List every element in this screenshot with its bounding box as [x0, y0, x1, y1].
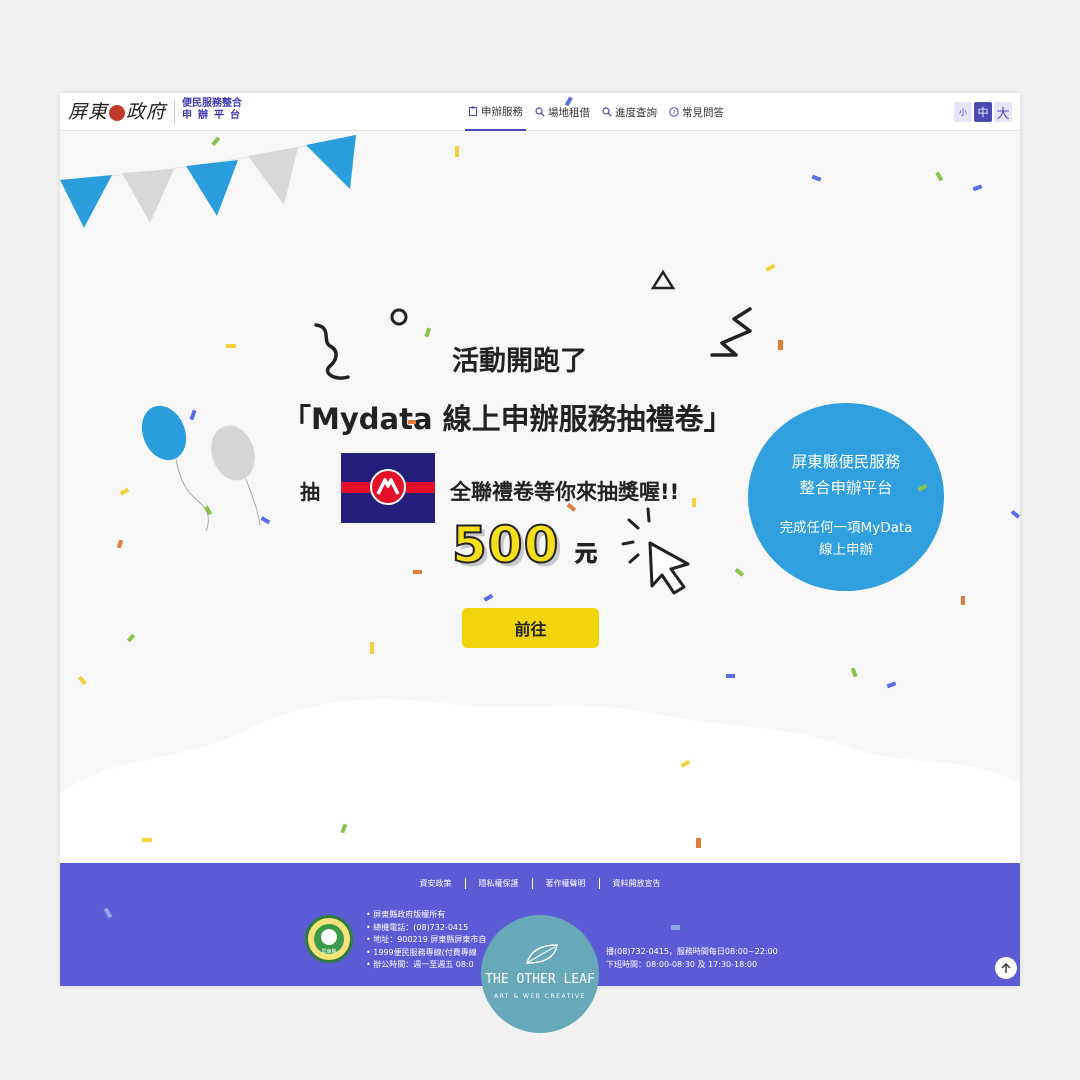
balloon-icon: [211, 425, 255, 481]
nav-apply-services[interactable]: 申辦服務: [465, 93, 526, 131]
flag-icon: [186, 160, 238, 216]
cursor-click-icon: [621, 507, 690, 595]
footer-info-line: 辦公時間：週一至週五 08:0: [366, 959, 486, 972]
prize-amount: 500: [451, 515, 560, 575]
emblem-text: 屏東縣: [321, 949, 337, 955]
footer-links: 資安政策 隱私權保護 著作權聲明 資料開放宣告: [60, 878, 1020, 889]
font-size-medium-button[interactable]: 中: [974, 102, 992, 122]
flag-icon: [122, 169, 174, 223]
squiggle-icon: [314, 323, 350, 380]
footer-info-line: 總機電話：(08)732-0415: [366, 922, 486, 935]
nav-label: 場地租借: [548, 106, 590, 119]
nav-faq[interactable]: ? 常見問答: [666, 93, 727, 131]
the-other-leaf-watermark: THE OTHER LEAF ART & WEB CREATIVE: [481, 915, 599, 1033]
watermark-subtitle: ART & WEB CREATIVE: [494, 993, 586, 1000]
balloon-icon: [141, 405, 187, 461]
logo-divider: [174, 99, 175, 125]
pxmart-logo: [341, 453, 435, 523]
site-logo[interactable]: 屏東 政府: [68, 97, 166, 124]
bubble-subtitle: 完成任何一項MyData 線上申辦: [748, 517, 944, 561]
logo-subtitle: 便民服務整合 申辦平台: [182, 98, 246, 122]
triangle-doodle-icon: [650, 269, 676, 290]
nav-label: 進度查詢: [615, 106, 657, 119]
bubble-title: 屏東縣便民服務 整合申辦平台: [748, 449, 944, 501]
prize-text: 全聯禮卷等你來抽獎喔!!: [450, 480, 680, 504]
question-icon: ?: [669, 107, 679, 117]
circle-doodle-icon: [390, 308, 408, 326]
svg-text:?: ?: [672, 109, 675, 117]
font-size-large-button[interactable]: 大: [994, 102, 1012, 122]
search-icon: [535, 107, 545, 117]
hero-title-line1: 活動開跑了: [452, 346, 587, 377]
nav-label: 申辦服務: [481, 105, 523, 118]
site-header: 屏東政府 便民服務整合 申辦平台 申辦服務 場地租借 進度查詢 ? 常見問答: [60, 93, 1020, 131]
footer-info-line: 屏東縣政府版權所有: [366, 909, 486, 922]
footer-info-right: 播(08)732-0415，服務時間每日08:00~22:00 下班時間：08:…: [606, 946, 778, 971]
bubble-title-line2: 整合申辦平台: [799, 479, 893, 497]
footer-info: 屏東縣政府版權所有 總機電話：(08)732-0415 地址：900219 屏東…: [366, 909, 486, 972]
clipboard-icon: [469, 106, 477, 116]
info-bubble: 屏東縣便民服務 整合申辦平台 完成任何一項MyData 線上申辦: [748, 403, 944, 591]
bubble-subtitle-line1: 完成任何一項MyData: [779, 520, 913, 536]
footer-link-privacy[interactable]: 隱私權保護: [466, 878, 533, 889]
logo-text: 屏東: [68, 101, 109, 123]
hero-banner: 活動開跑了 「Mydata 線上申辦服務抽禮卷」 抽 全聯禮卷等你來抽獎喔!! …: [60, 131, 1020, 863]
flag-icon: [248, 147, 298, 205]
footer-link-open-data[interactable]: 資料開放宣告: [600, 878, 674, 889]
browser-frame: 屏東政府 便民服務整合 申辦平台 申辦服務 場地租借 進度查詢 ? 常見問答: [60, 93, 1020, 986]
hero-title-line2: 「Mydata 線上申辦服務抽禮卷」: [282, 402, 733, 436]
footer-info-line: 1999便民服務專線(付費專線: [366, 947, 486, 960]
footer-info-right-line: 播(08)732-0415，服務時間每日08:00~22:00: [606, 947, 778, 956]
flag-icon: [60, 175, 112, 228]
scroll-to-top-button[interactable]: [995, 957, 1017, 979]
nav-venue-rental[interactable]: 場地租借: [532, 93, 593, 131]
nav-progress-query[interactable]: 進度查詢: [599, 93, 660, 131]
footer-info-right-line: 下班時間：08:00-08:30 及 17:30-18:00: [606, 959, 758, 969]
go-button[interactable]: 前往: [462, 608, 599, 648]
footer-info-line: 地址：900219 屏東縣屏東市自: [366, 934, 486, 947]
leaf-icon: [526, 944, 558, 964]
logo-text-2: 政府: [126, 101, 167, 123]
main-nav: 申辦服務 場地租借 進度查詢 ? 常見問答: [465, 93, 727, 131]
logo-subtitle-line2: 申辦平台: [182, 110, 246, 121]
font-size-switcher: 小 中 大: [954, 102, 1012, 122]
search-icon: [602, 107, 612, 117]
bubble-subtitle-line2: 線上申辦: [819, 542, 873, 558]
arrow-up-icon: [1001, 963, 1011, 973]
watermark-title: THE OTHER LEAF: [485, 972, 595, 987]
nav-label: 常見問答: [682, 106, 724, 119]
footer-link-copyright[interactable]: 著作權聲明: [533, 878, 600, 889]
prize-unit: 元: [574, 542, 598, 568]
seal-icon: [109, 105, 126, 121]
pxmart-mark-icon: [376, 478, 400, 495]
logo-subtitle-line1: 便民服務整合: [182, 98, 242, 109]
footer-link-security-policy[interactable]: 資安政策: [407, 878, 466, 889]
flag-icon: [306, 135, 356, 189]
bubble-title-line1: 屏東縣便民服務: [791, 453, 901, 471]
draw-label: 抽: [300, 480, 320, 504]
county-emblem-icon: 屏東縣: [305, 915, 353, 963]
font-size-small-button[interactable]: 小: [954, 102, 972, 122]
zigzag-icon: [710, 307, 752, 357]
